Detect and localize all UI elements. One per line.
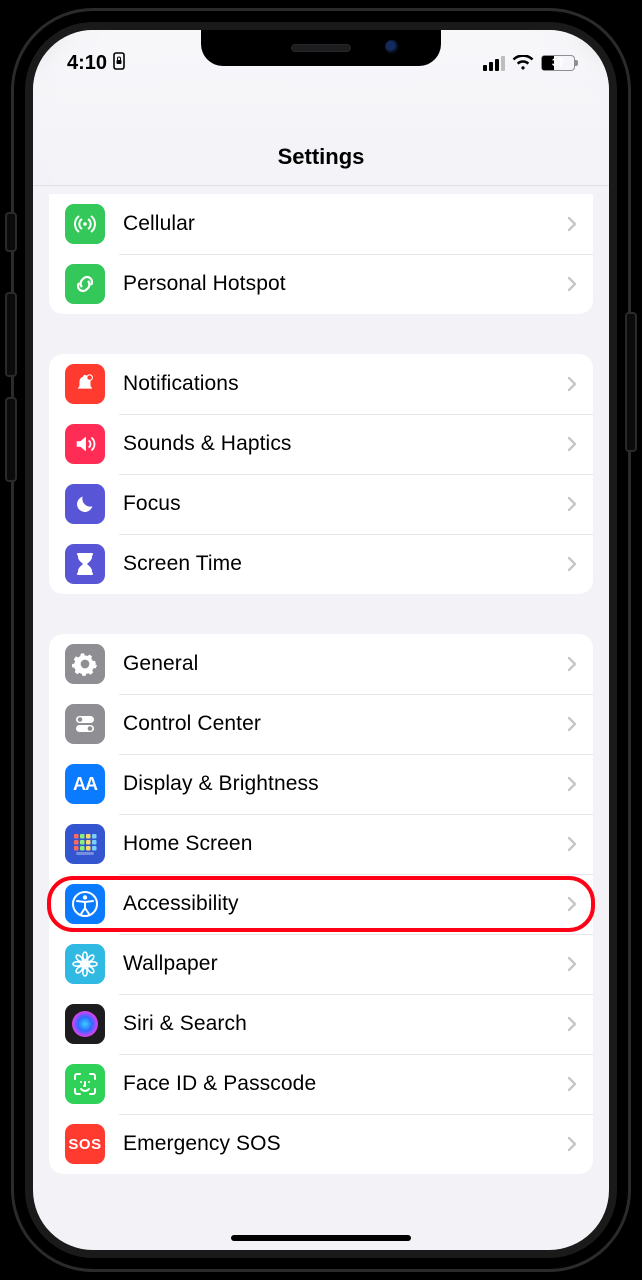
speaker-icon [65, 424, 105, 464]
chevron-right-icon [567, 1136, 577, 1152]
chevron-right-icon [567, 556, 577, 572]
chevron-right-icon [567, 956, 577, 972]
row-label: Display & Brightness [123, 772, 567, 796]
row-label: Notifications [123, 372, 567, 396]
chevron-right-icon [567, 716, 577, 732]
earpiece-speaker [291, 44, 351, 52]
chevron-right-icon [567, 496, 577, 512]
aa-icon: AA [65, 764, 105, 804]
switches-icon [65, 704, 105, 744]
row-label: Cellular [123, 212, 567, 236]
status-time: 4:10 [67, 52, 107, 75]
page-title: Settings [278, 144, 365, 170]
settings-row-general[interactable]: General [49, 634, 593, 694]
settings-row-controlcenter[interactable]: Control Center [49, 694, 593, 754]
settings-row-siri[interactable]: Siri & Search [49, 994, 593, 1054]
settings-row-homescreen[interactable]: Home Screen [49, 814, 593, 874]
chevron-right-icon [567, 1016, 577, 1032]
chevron-right-icon [567, 656, 577, 672]
mute-switch[interactable] [5, 212, 17, 252]
settings-row-faceid[interactable]: Face ID & Passcode [49, 1054, 593, 1114]
battery-icon: 37 [541, 55, 575, 71]
sos-icon: SOS [65, 1124, 105, 1164]
row-label: Wallpaper [123, 952, 567, 976]
row-label: Home Screen [123, 832, 567, 856]
notch [201, 30, 441, 66]
chevron-right-icon [567, 1076, 577, 1092]
battery-percentage: 37 [542, 57, 574, 69]
wifi-icon [512, 55, 534, 71]
row-label: Emergency SOS [123, 1132, 567, 1156]
link-icon [65, 264, 105, 304]
antenna-icon [65, 204, 105, 244]
row-label: Siri & Search [123, 1012, 567, 1036]
faceid-icon [65, 1064, 105, 1104]
volume-down-button[interactable] [5, 397, 17, 482]
flower-icon [65, 944, 105, 984]
settings-scroll-view[interactable]: Cellular Personal Hotspot Notifications Sou… [33, 186, 609, 1250]
home-indicator[interactable] [231, 1235, 411, 1241]
chevron-right-icon [567, 376, 577, 392]
gear-icon [65, 644, 105, 684]
cellular-signal-icon [483, 56, 505, 71]
settings-group: Notifications Sounds & Haptics Focus Screen… [49, 354, 593, 594]
appgrid-icon [65, 824, 105, 864]
bell-icon [65, 364, 105, 404]
settings-row-notifications[interactable]: Notifications [49, 354, 593, 414]
chevron-right-icon [567, 836, 577, 852]
settings-group: General Control Center AA Display & Brightn… [49, 634, 593, 1174]
row-label: Personal Hotspot [123, 272, 567, 296]
orientation-lock-icon [111, 52, 127, 75]
power-button[interactable] [625, 312, 637, 452]
accessibility-icon [65, 884, 105, 924]
volume-up-button[interactable] [5, 292, 17, 377]
settings-row-sounds[interactable]: Sounds & Haptics [49, 414, 593, 474]
moon-icon [65, 484, 105, 524]
settings-row-cellular[interactable]: Cellular [49, 194, 593, 254]
row-label: Sounds & Haptics [123, 432, 567, 456]
row-label: General [123, 652, 567, 676]
settings-row-accessibility[interactable]: Accessibility [49, 874, 593, 934]
siri-icon [65, 1004, 105, 1044]
screen: 4:10 37 Settings CellularP [33, 30, 609, 1250]
chevron-right-icon [567, 776, 577, 792]
settings-row-screentime[interactable]: Screen Time [49, 534, 593, 594]
settings-row-wallpaper[interactable]: Wallpaper [49, 934, 593, 994]
row-label: Screen Time [123, 552, 567, 576]
settings-row-hotspot[interactable]: Personal Hotspot [49, 254, 593, 314]
chevron-right-icon [567, 896, 577, 912]
chevron-right-icon [567, 436, 577, 452]
hourglass-icon [65, 544, 105, 584]
settings-row-display[interactable]: AA Display & Brightness [49, 754, 593, 814]
device-frame: 4:10 37 Settings CellularP [15, 12, 627, 1268]
settings-group: Cellular Personal Hotspot [49, 194, 593, 314]
row-label: Control Center [123, 712, 567, 736]
settings-row-emergencysos[interactable]: SOS Emergency SOS [49, 1114, 593, 1174]
chevron-right-icon [567, 216, 577, 232]
chevron-right-icon [567, 276, 577, 292]
front-camera [385, 40, 399, 54]
row-label: Accessibility [123, 892, 567, 916]
settings-row-focus[interactable]: Focus [49, 474, 593, 534]
row-label: Face ID & Passcode [123, 1072, 567, 1096]
row-label: Focus [123, 492, 567, 516]
